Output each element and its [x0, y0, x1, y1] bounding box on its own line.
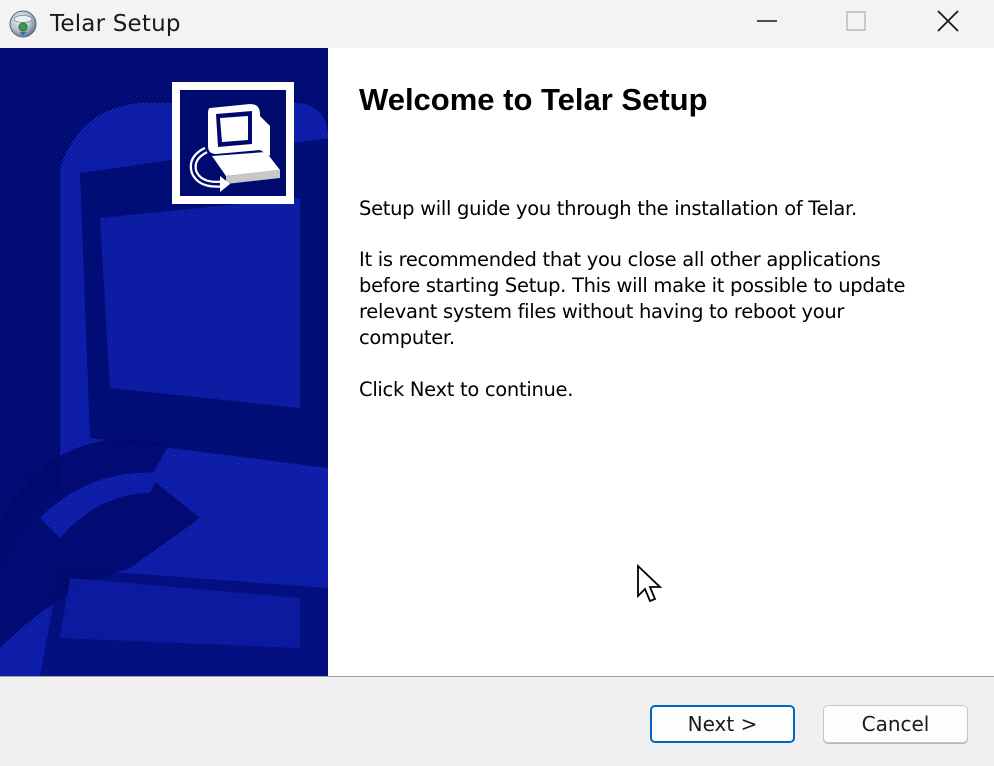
maximize-button[interactable]	[811, 0, 901, 46]
close-icon	[936, 9, 960, 37]
installer-disc-icon	[8, 9, 38, 39]
installer-logo	[172, 82, 294, 204]
minimize-button[interactable]	[722, 0, 812, 46]
wizard-page: Welcome to Telar Setup Setup will guide …	[0, 48, 994, 676]
minimize-icon	[756, 10, 778, 36]
setup-window: Telar Setup Welcome to Telar Setup Setup…	[0, 0, 994, 766]
intro-text: Setup will guide you through the install…	[359, 197, 857, 220]
page-title: Welcome to Telar Setup	[359, 82, 708, 117]
maximize-icon	[845, 10, 867, 36]
recommendation-text: It is recommended that you close all oth…	[359, 248, 906, 349]
button-bar: Next > Cancel	[0, 677, 994, 766]
cancel-button[interactable]: Cancel	[823, 705, 968, 743]
title-bar[interactable]: Telar Setup	[0, 0, 994, 48]
next-button[interactable]: Next >	[650, 705, 795, 743]
computer-install-icon	[180, 104, 286, 200]
close-button[interactable]	[903, 0, 993, 46]
window-title: Telar Setup	[50, 11, 181, 37]
wizard-sidebar-image	[0, 48, 328, 676]
mouse-pointer-icon	[636, 563, 664, 606]
continue-instruction-text: Click Next to continue.	[359, 378, 574, 401]
